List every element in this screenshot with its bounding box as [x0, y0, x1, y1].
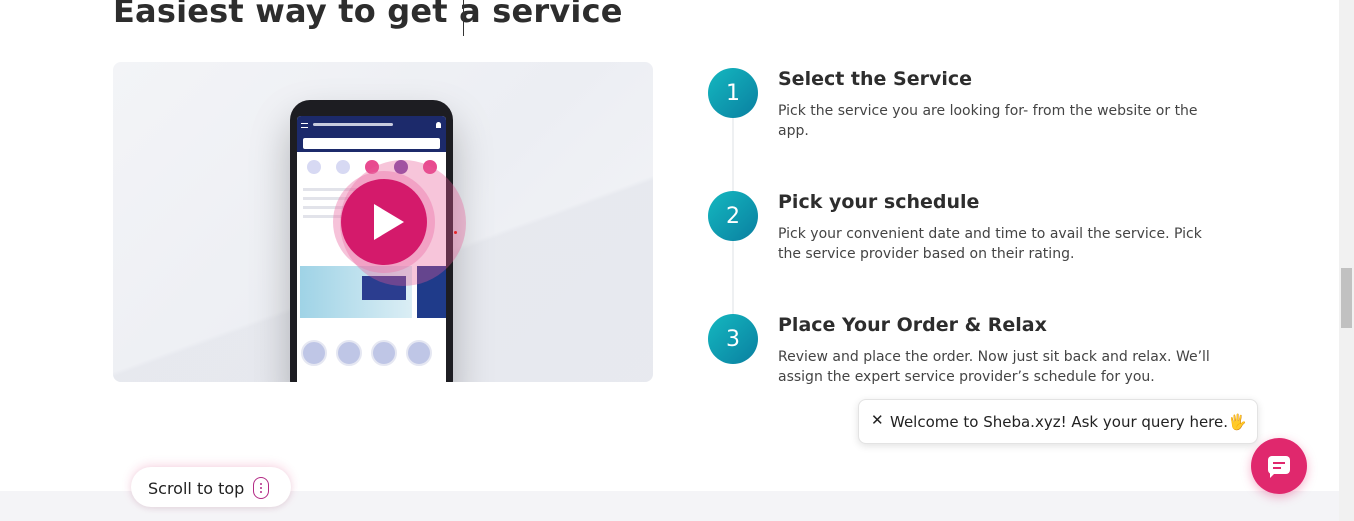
play-icon [374, 204, 404, 240]
location-line [313, 123, 393, 126]
step-number: 1 [708, 68, 758, 118]
page: Easiest way to get a service 1 Select th… [0, 0, 1354, 521]
section-heading: Easiest way to get a service [113, 0, 623, 30]
trending-item [301, 340, 327, 366]
chat-welcome-message: Welcome to Sheba.xyz! Ask your query her… [890, 413, 1247, 431]
trending-row [301, 340, 432, 366]
menu-icon [301, 123, 308, 128]
step-number: 2 [708, 191, 758, 241]
step-description: Review and place the order. Now just sit… [778, 349, 1210, 385]
chat-welcome-popup[interactable]: ✕ Welcome to Sheba.xyz! Ask your query h… [858, 399, 1258, 444]
category-icon [306, 160, 321, 174]
video-card[interactable] [113, 62, 653, 382]
app-bar [297, 116, 446, 136]
bell-icon [436, 122, 441, 128]
chat-icon-line [1273, 462, 1285, 464]
app-search-strip [297, 136, 446, 152]
step-description: Pick the service you are looking for- fr… [778, 103, 1198, 139]
chat-icon-tail [1270, 472, 1276, 478]
category-icon [335, 160, 350, 174]
scroll-to-top-button[interactable]: Scroll to top [131, 467, 291, 507]
chat-button[interactable] [1251, 438, 1307, 494]
app-search-box [303, 138, 440, 149]
play-button[interactable] [341, 179, 427, 265]
chat-icon-line [1273, 467, 1281, 469]
trending-item [336, 340, 362, 366]
step-title: Place Your Order & Relax [778, 314, 1047, 336]
step-title: Select the Service [778, 68, 973, 90]
scroll-icon [253, 477, 269, 499]
step-title: Pick your schedule [778, 191, 980, 213]
page-scrollbar[interactable] [1339, 0, 1354, 521]
step-number: 3 [708, 314, 758, 364]
scrollbar-thumb[interactable] [1341, 268, 1352, 328]
red-dot [454, 231, 457, 234]
step-description: Pick your convenient date and time to av… [778, 226, 1202, 262]
trending-item [371, 340, 397, 366]
scroll-to-top-label: Scroll to top [148, 479, 245, 498]
trending-item [406, 340, 432, 366]
close-icon[interactable]: ✕ [871, 411, 884, 429]
text-caret [463, 0, 464, 36]
